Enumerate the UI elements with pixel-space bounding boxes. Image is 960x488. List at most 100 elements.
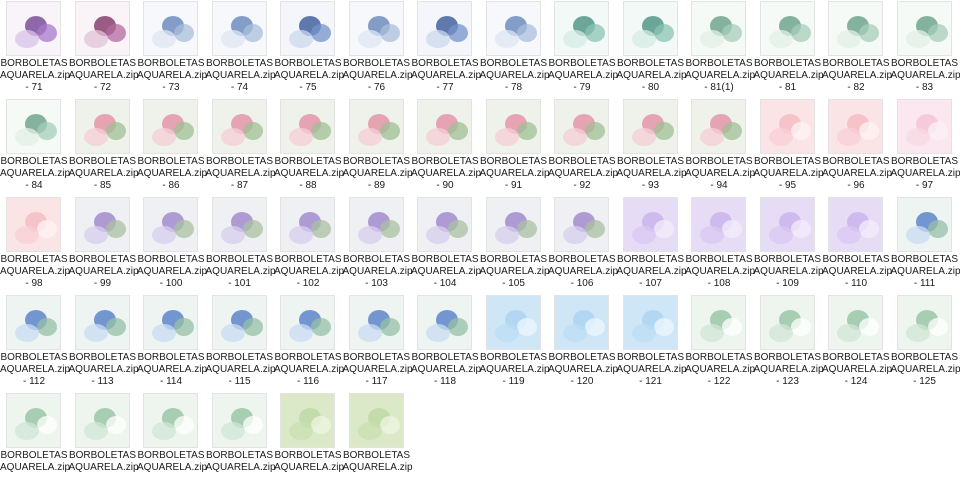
file-thumbnail[interactable]: [7, 198, 60, 251]
file-thumbnail[interactable]: [486, 100, 540, 153]
file-thumbnail[interactable]: [212, 394, 266, 447]
file-thumbnail[interactable]: [897, 296, 951, 349]
file-item[interactable]: BORBOLETAS AQUARELA.zip - 79: [548, 0, 618, 96]
file-thumbnail[interactable]: [281, 198, 334, 251]
file-thumbnail[interactable]: [623, 2, 677, 55]
file-item[interactable]: BORBOLETAS AQUARELA.zip - 86: [137, 98, 207, 194]
file-item[interactable]: BORBOLETAS AQUARELA.zip - 95: [754, 98, 824, 194]
file-thumbnail[interactable]: [555, 198, 608, 251]
file-thumbnail[interactable]: [144, 100, 197, 153]
file-thumbnail[interactable]: [281, 2, 334, 55]
file-thumbnail[interactable]: [281, 100, 334, 153]
file-item[interactable]: BORBOLETAS AQUARELA.zip - 109: [754, 196, 824, 292]
file-thumbnail[interactable]: [418, 296, 471, 349]
file-item[interactable]: BORBOLETAS AQUARELA.zip - 110: [822, 196, 892, 292]
file-item[interactable]: BORBOLETAS AQUARELA.zip - 91: [480, 98, 550, 194]
file-item[interactable]: BORBOLETAS AQUARELA.zip - 90: [411, 98, 481, 194]
file-item[interactable]: BORBOLETAS AQUARELA.zip - 75: [274, 0, 344, 96]
file-thumbnail[interactable]: [692, 2, 745, 55]
file-item[interactable]: BORBOLETAS AQUARELA.zip - 125: [891, 294, 960, 390]
file-item[interactable]: BORBOLETAS AQUARELA.zip - 74: [206, 0, 276, 96]
file-item[interactable]: BORBOLETAS AQUARELA.zip: [274, 392, 344, 488]
file-thumbnail[interactable]: [212, 198, 266, 251]
file-item[interactable]: BORBOLETAS AQUARELA.zip - 123: [754, 294, 824, 390]
file-thumbnail[interactable]: [623, 296, 677, 349]
file-thumbnail[interactable]: [144, 2, 197, 55]
file-item[interactable]: BORBOLETAS AQUARELA.zip - 118: [411, 294, 481, 390]
file-thumbnail[interactable]: [349, 100, 403, 153]
file-thumbnail[interactable]: [555, 100, 608, 153]
file-item[interactable]: BORBOLETAS AQUARELA.zip: [343, 392, 413, 488]
file-item[interactable]: BORBOLETAS AQUARELA.zip - 92: [548, 98, 618, 194]
file-item[interactable]: BORBOLETAS AQUARELA.zip - 102: [274, 196, 344, 292]
file-item[interactable]: BORBOLETAS AQUARELA.zip - 111: [891, 196, 960, 292]
file-item[interactable]: BORBOLETAS AQUARELA.zip - 72: [69, 0, 139, 96]
file-item[interactable]: BORBOLETAS AQUARELA.zip - 99: [69, 196, 139, 292]
file-item[interactable]: BORBOLETAS AQUARELA.zip - 71: [0, 0, 70, 96]
file-thumbnail[interactable]: [829, 198, 882, 251]
file-thumbnail[interactable]: [486, 296, 540, 349]
file-thumbnail[interactable]: [418, 2, 471, 55]
file-thumbnail[interactable]: [144, 296, 197, 349]
file-item[interactable]: BORBOLETAS AQUARELA.zip - 84: [0, 98, 70, 194]
file-item[interactable]: BORBOLETAS AQUARELA.zip - 117: [343, 294, 413, 390]
file-thumbnail[interactable]: [281, 296, 334, 349]
file-thumbnail[interactable]: [349, 198, 403, 251]
file-thumbnail[interactable]: [349, 2, 403, 55]
file-item[interactable]: BORBOLETAS AQUARELA.zip - 88: [274, 98, 344, 194]
file-thumbnail[interactable]: [692, 100, 745, 153]
file-item[interactable]: BORBOLETAS AQUARELA.zip - 83: [891, 0, 960, 96]
file-thumbnail[interactable]: [829, 296, 882, 349]
file-item[interactable]: BORBOLETAS AQUARELA.zip - 73: [137, 0, 207, 96]
file-thumbnail[interactable]: [281, 394, 334, 447]
file-thumbnail[interactable]: [555, 2, 608, 55]
file-thumbnail[interactable]: [418, 198, 471, 251]
file-thumbnail[interactable]: [555, 296, 608, 349]
file-thumbnail[interactable]: [623, 198, 677, 251]
file-item[interactable]: BORBOLETAS AQUARELA.zip - 120: [548, 294, 618, 390]
file-item[interactable]: BORBOLETAS AQUARELA.zip - 116: [274, 294, 344, 390]
file-thumbnail[interactable]: [144, 198, 197, 251]
file-thumbnail[interactable]: [760, 296, 814, 349]
file-thumbnail[interactable]: [486, 198, 540, 251]
file-thumbnail[interactable]: [75, 198, 129, 251]
file-thumbnail[interactable]: [144, 394, 197, 447]
file-thumbnail[interactable]: [760, 100, 814, 153]
file-thumbnail[interactable]: [829, 100, 882, 153]
file-item[interactable]: BORBOLETAS AQUARELA.zip - 121: [617, 294, 687, 390]
file-item[interactable]: BORBOLETAS AQUARELA.zip - 82: [822, 0, 892, 96]
file-item[interactable]: BORBOLETAS AQUARELA.zip: [69, 392, 139, 488]
file-item[interactable]: BORBOLETAS AQUARELA.zip - 107: [617, 196, 687, 292]
file-item[interactable]: BORBOLETAS AQUARELA.zip - 96: [822, 98, 892, 194]
file-thumbnail[interactable]: [692, 296, 745, 349]
file-thumbnail[interactable]: [212, 100, 266, 153]
file-item[interactable]: BORBOLETAS AQUARELA.zip - 81: [754, 0, 824, 96]
file-thumbnail[interactable]: [75, 2, 129, 55]
file-item[interactable]: BORBOLETAS AQUARELA.zip - 94: [685, 98, 755, 194]
file-thumbnail[interactable]: [418, 100, 471, 153]
file-thumbnail[interactable]: [349, 296, 403, 349]
file-item[interactable]: BORBOLETAS AQUARELA.zip - 108: [685, 196, 755, 292]
file-item[interactable]: BORBOLETAS AQUARELA.zip - 113: [69, 294, 139, 390]
file-item[interactable]: BORBOLETAS AQUARELA.zip - 93: [617, 98, 687, 194]
file-item[interactable]: BORBOLETAS AQUARELA.zip - 104: [411, 196, 481, 292]
file-thumbnail[interactable]: [760, 198, 814, 251]
file-thumbnail[interactable]: [75, 394, 129, 447]
file-thumbnail[interactable]: [623, 100, 677, 153]
file-item[interactable]: BORBOLETAS AQUARELA.zip - 77: [411, 0, 481, 96]
file-thumbnail[interactable]: [897, 198, 951, 251]
file-item[interactable]: BORBOLETAS AQUARELA.zip - 105: [480, 196, 550, 292]
file-item[interactable]: BORBOLETAS AQUARELA.zip - 106: [548, 196, 618, 292]
file-thumbnail[interactable]: [760, 2, 814, 55]
file-item[interactable]: BORBOLETAS AQUARELA.zip - 87: [206, 98, 276, 194]
file-item[interactable]: BORBOLETAS AQUARELA.zip - 78: [480, 0, 550, 96]
file-thumbnail[interactable]: [7, 2, 60, 55]
file-thumbnail[interactable]: [349, 394, 403, 447]
file-item[interactable]: BORBOLETAS AQUARELA.zip: [206, 392, 276, 488]
file-item[interactable]: BORBOLETAS AQUARELA.zip - 103: [343, 196, 413, 292]
file-item[interactable]: BORBOLETAS AQUARELA.zip - 114: [137, 294, 207, 390]
file-item[interactable]: BORBOLETAS AQUARELA.zip - 122: [685, 294, 755, 390]
file-item[interactable]: BORBOLETAS AQUARELA.zip - 81(1): [685, 0, 755, 96]
file-item[interactable]: BORBOLETAS AQUARELA.zip: [0, 392, 70, 488]
file-thumbnail[interactable]: [692, 198, 745, 251]
